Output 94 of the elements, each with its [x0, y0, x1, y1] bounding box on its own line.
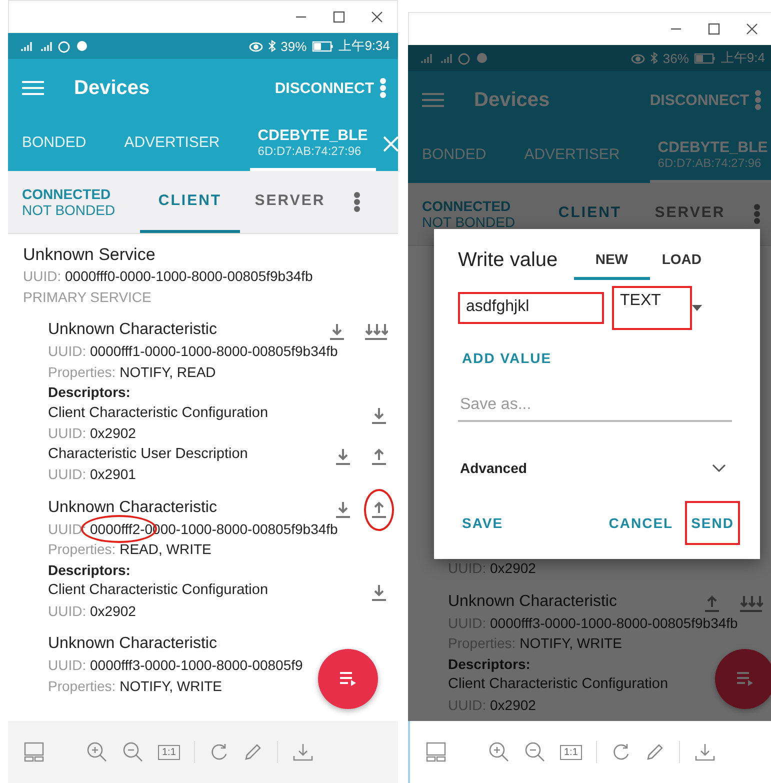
more-vert-icon — [754, 204, 760, 224]
playlist-icon — [339, 671, 357, 687]
service-type: PRIMARY SERVICE — [23, 288, 152, 306]
descriptor-name: Client Characteristic Configuration — [448, 675, 668, 694]
role-tab[interactable]: SERVER — [640, 183, 740, 245]
close-icon — [371, 11, 383, 23]
close-icon — [746, 23, 758, 35]
dialog-button[interactable]: SAVE — [458, 509, 508, 537]
device-tab[interactable]: BONDED — [14, 117, 94, 171]
zoom-in-icon — [86, 741, 108, 763]
value-input[interactable]: asdfghjkl — [458, 292, 604, 324]
chevron-icon — [712, 464, 726, 472]
descriptors-heading: Descriptors: — [48, 560, 130, 580]
connection-state: CONNECTED — [22, 186, 112, 202]
uuid-text: UUID: 0x2902 — [48, 602, 136, 620]
zoom-out-icon — [524, 741, 546, 763]
descriptor-name: Client Characteristic Configuration — [48, 404, 268, 422]
service-name: Unknown Service — [23, 244, 156, 266]
properties-text: Properties: READ, WRITE — [48, 540, 212, 559]
close-icon — [382, 135, 398, 153]
actual-size-button[interactable]: 1:1 — [158, 744, 180, 760]
clock-text: 上午9:34 — [338, 37, 390, 55]
uuid-text: UUID: 0000fff1-0000-1000-8000-00805f9b34fb — [48, 342, 338, 361]
uuid-text: UUID: 0000fff0-0000-1000-8000-00805f9b34fb — [23, 267, 313, 286]
upload-icon[interactable] — [370, 448, 388, 466]
download-icon[interactable] — [370, 584, 388, 602]
disconnect-button[interactable]: DISCONNECT — [268, 74, 380, 102]
download-icon[interactable] — [370, 406, 388, 424]
battery-percent: 39% — [280, 38, 307, 54]
menu-icon — [22, 80, 44, 96]
dialog-tab[interactable]: LOAD — [650, 247, 714, 280]
clock-text: 上午9:4 — [720, 49, 765, 67]
dialog-title: Write value — [458, 249, 558, 273]
characteristic-name: Unknown Characteristic — [448, 592, 617, 612]
multiple-arrows-icon[interactable] — [364, 323, 388, 341]
descriptor-name: Characteristic User Description — [48, 444, 248, 464]
app-title: Devices — [74, 76, 151, 100]
bond-state: NOT BONDED — [422, 214, 516, 230]
upload-icon[interactable] — [370, 500, 388, 518]
more-vert-icon — [380, 78, 386, 98]
descriptors-heading: Descriptors: — [48, 383, 130, 402]
add-value-button[interactable]: ADD VALUE — [458, 344, 556, 372]
pencil-icon — [242, 742, 263, 762]
dropdown-caret-icon — [692, 305, 702, 311]
zoom-out-icon — [122, 741, 144, 763]
dialog-button[interactable]: SEND — [685, 501, 740, 545]
bond-state: NOT BONDED — [22, 202, 116, 218]
eye-icon — [630, 52, 645, 64]
download-icon[interactable] — [328, 323, 346, 341]
download-icon[interactable] — [334, 500, 352, 518]
properties-text: Properties: NOTIFY, WRITE — [48, 676, 222, 696]
battery-percent: 36% — [662, 50, 689, 66]
pencil-icon — [644, 742, 665, 762]
layout-icon — [24, 742, 44, 762]
maximize-icon — [708, 23, 720, 35]
rotate-icon — [610, 742, 631, 762]
uuid-text: UUID: 0000fff3-0000-1000-8000-00805f9 — [48, 656, 303, 675]
eye-icon — [248, 40, 263, 52]
upload-icon[interactable] — [703, 594, 721, 612]
battery-icon — [312, 40, 334, 52]
advanced-toggle[interactable]: Advanced — [458, 460, 728, 476]
menu-icon — [422, 92, 444, 108]
characteristic-name: Unknown Characteristic — [48, 498, 217, 518]
battery-icon — [694, 52, 716, 64]
bluetooth-icon — [650, 52, 658, 64]
zoom-in-icon — [488, 741, 510, 763]
descriptor-name: Client Characteristic Configuration — [48, 581, 268, 600]
device-tab[interactable]: ADVERTISER — [116, 117, 228, 171]
more-vert-icon — [354, 192, 360, 212]
download-icon[interactable] — [334, 448, 352, 466]
actual-size-button[interactable]: 1:1 — [560, 744, 582, 760]
bluetooth-icon — [268, 40, 276, 52]
characteristic-name: Unknown Characteristic — [48, 634, 217, 654]
dialog-tab[interactable]: NEW — [574, 247, 650, 280]
layout-icon — [426, 742, 446, 762]
download-icon — [694, 742, 716, 762]
signal-icons — [418, 51, 490, 65]
uuid-text: UUID: 0x2902 — [48, 424, 136, 443]
dialog-button[interactable]: CANCEL — [604, 509, 678, 537]
connection-state: CONNECTED — [422, 198, 512, 214]
characteristic-name: Unknown Characteristic — [48, 320, 217, 340]
maximize-icon — [333, 11, 345, 23]
more-vert-icon — [755, 90, 761, 110]
signal-icons — [18, 39, 90, 53]
role-tab[interactable]: SERVER — [240, 171, 340, 233]
rotate-icon — [208, 742, 229, 762]
download-icon — [292, 742, 314, 762]
playlist-icon — [736, 671, 754, 687]
multiple-arrows-icon[interactable] — [739, 594, 763, 612]
format-select[interactable]: TEXT — [612, 286, 692, 330]
uuid-text: UUID: 0x2901 — [48, 465, 136, 484]
descriptors-heading: Descriptors: — [448, 654, 530, 674]
app-title: Devices — [474, 88, 551, 112]
properties-text: Properties: NOTIFY, READ — [48, 362, 216, 382]
